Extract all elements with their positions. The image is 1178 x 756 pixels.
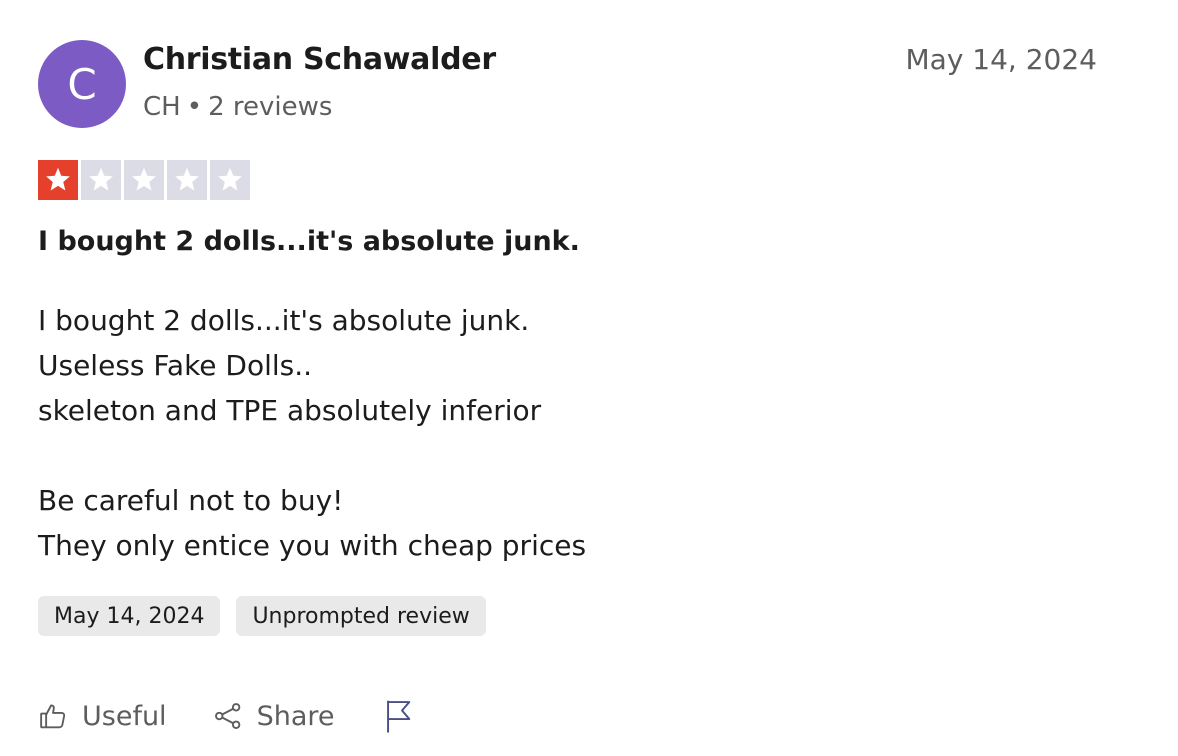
tag-date: May 14, 2024 <box>38 596 221 636</box>
report-button[interactable] <box>384 699 414 733</box>
reviewer-meta: CH • 2 reviews <box>143 92 332 122</box>
review-title[interactable]: I bought 2 dolls...it's absolute junk. <box>38 226 580 257</box>
share-label: Share <box>256 700 335 732</box>
star-empty <box>81 160 121 200</box>
useful-button[interactable]: Useful <box>38 701 167 732</box>
meta-separator: • <box>186 92 203 122</box>
review-date: May 14, 2024 <box>905 43 1097 76</box>
star-empty <box>124 160 164 200</box>
review-body: I bought 2 dolls...it's absolute junk. U… <box>38 298 586 568</box>
review-body-line <box>38 433 586 478</box>
reviewer-name[interactable]: Christian Schawalder <box>143 42 496 77</box>
review-card: C Christian Schawalder CH • 2 reviews May … <box>0 0 1178 756</box>
share-button[interactable]: Share <box>213 700 335 732</box>
review-tags: May 14, 2024 Unprompted review <box>38 596 486 636</box>
star-icon <box>218 167 242 191</box>
avatar[interactable]: C <box>38 40 126 128</box>
star-empty <box>167 160 207 200</box>
share-icon <box>214 703 240 729</box>
star-rating <box>38 160 250 200</box>
reviewer-country: CH <box>143 92 181 122</box>
thumbs-up-icon <box>40 704 66 729</box>
review-body-line: skeleton and TPE absolutely inferior <box>38 394 542 427</box>
review-body-line: I bought 2 dolls...it's absolute junk. <box>38 304 530 337</box>
tag-unprompted[interactable]: Unprompted review <box>236 596 486 636</box>
useful-label: Useful <box>82 700 167 732</box>
star-filled <box>38 160 78 200</box>
review-actions: Useful Share <box>38 694 414 738</box>
review-body-line: They only entice you with cheap prices <box>38 529 587 562</box>
reviewer-review-count[interactable]: 2 reviews <box>208 92 332 122</box>
star-icon <box>46 167 70 191</box>
star-icon <box>175 167 199 191</box>
star-empty <box>210 160 250 200</box>
star-icon <box>132 167 156 191</box>
avatar-initial: C <box>67 59 97 109</box>
review-body-line: Be careful not to buy! <box>38 484 344 517</box>
review-body-line: Useless Fake Dolls.. <box>38 349 313 382</box>
star-icon <box>89 167 113 191</box>
flag-icon <box>387 700 411 733</box>
